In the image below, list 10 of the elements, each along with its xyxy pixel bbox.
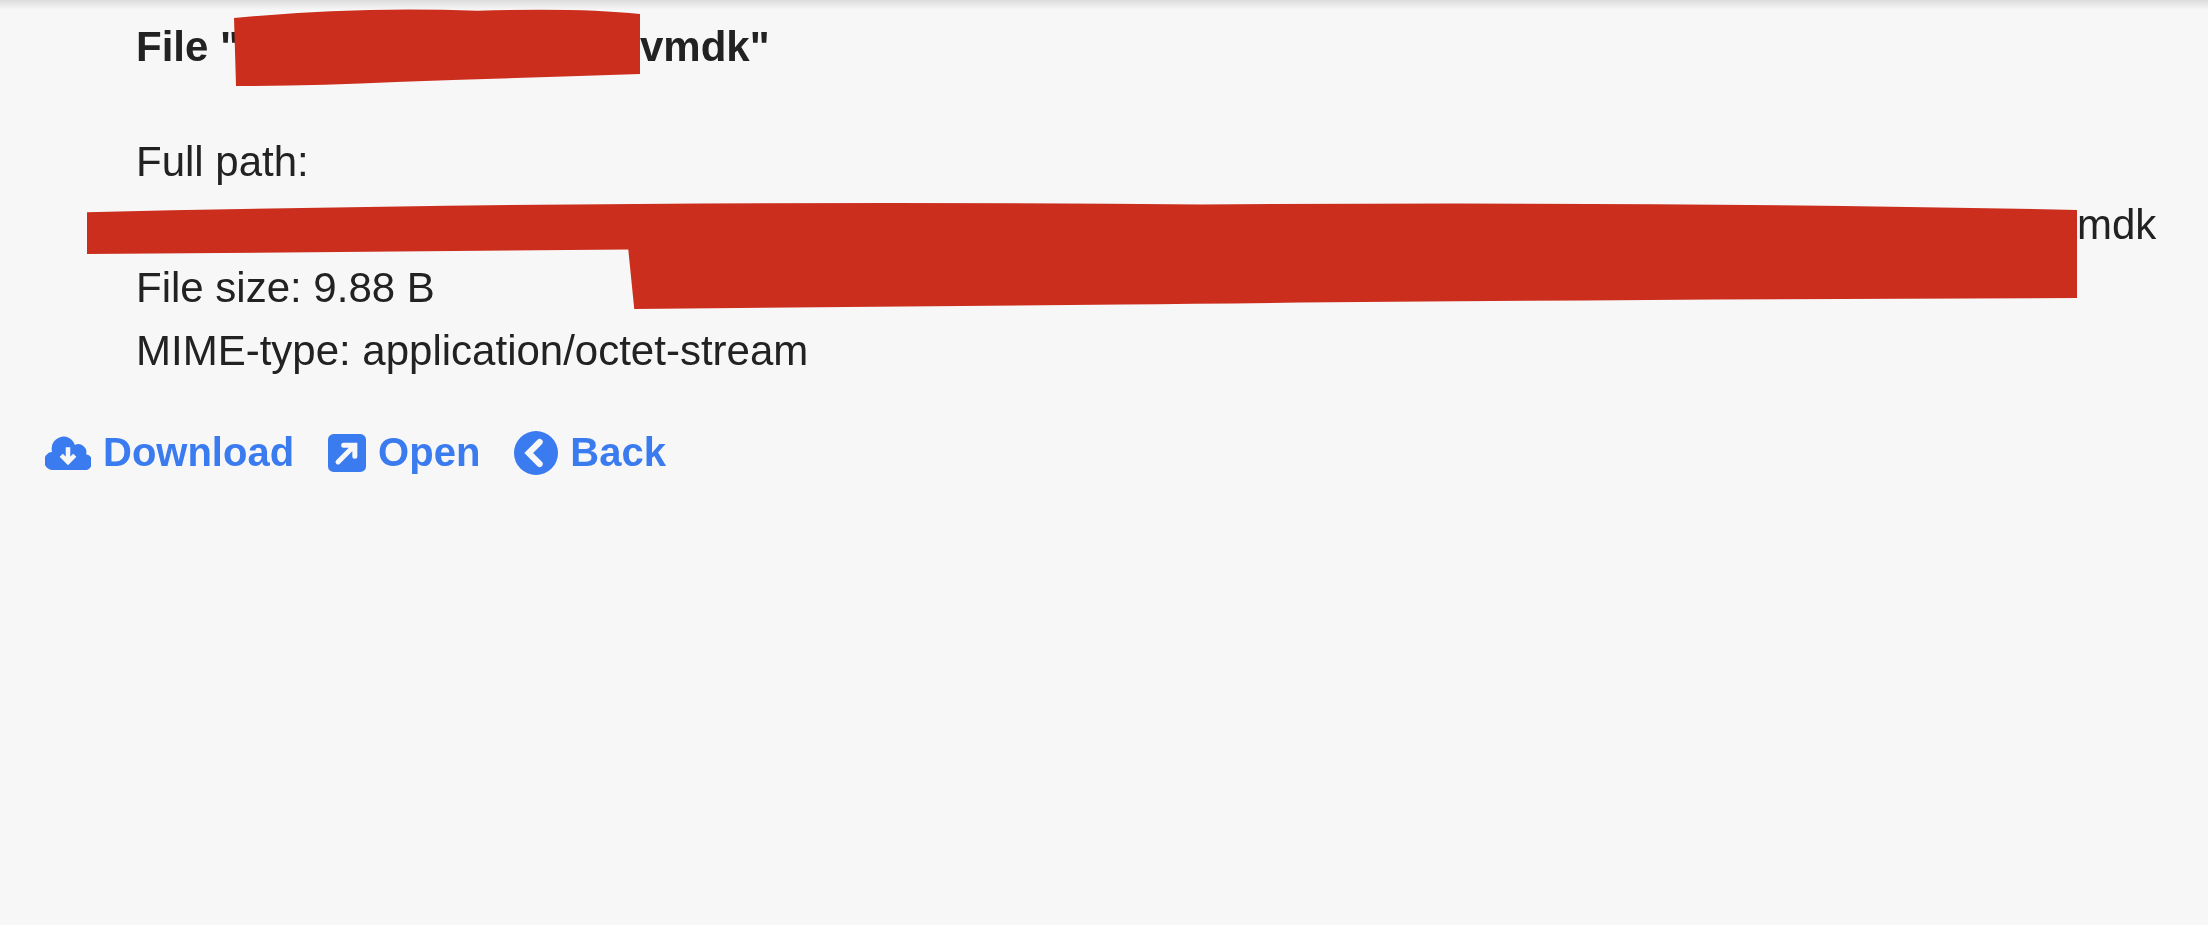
open-link[interactable]: Open [328, 430, 481, 475]
file-detail: MIME-type: application/octet-stream [136, 326, 809, 376]
external-link-icon [328, 433, 367, 472]
file-title-suffix: vmdk" [639, 22, 770, 72]
file-detail: Full path: [136, 137, 309, 187]
download-link[interactable]: Download [45, 430, 295, 475]
cloud-download-icon [45, 435, 91, 470]
file-path: mdk [2077, 200, 2157, 250]
file-detail: File size: 9.88 B [136, 263, 435, 313]
back-link[interactable]: Back [514, 430, 666, 475]
